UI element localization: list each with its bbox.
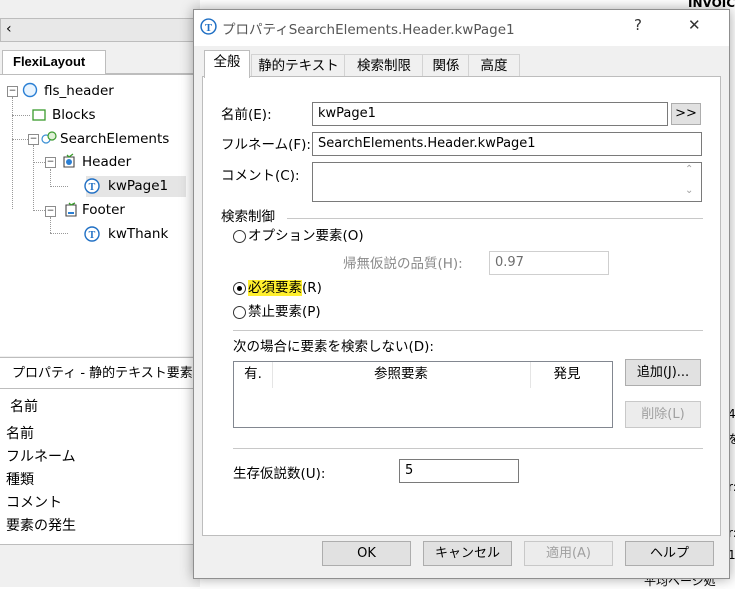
props-row[interactable]: 名前 xyxy=(6,423,34,446)
do-not-search-label: 次の場合に要素を検索しない(D): xyxy=(233,339,434,355)
column-header-reference[interactable]: 参照要素 xyxy=(272,362,531,388)
header-icon xyxy=(63,153,75,168)
tree-item-kwpage1[interactable]: kwPage1 xyxy=(108,177,168,195)
required-highlighted-text: 必須要素 xyxy=(248,280,302,296)
left-pane: ‹ FlexiLayout − fls_header Blocks − Sear… xyxy=(0,0,200,587)
block-icon xyxy=(32,109,46,121)
required-shortcut: (R) xyxy=(302,280,322,296)
dialog-title: プロパティSearchElements.Header.kwPage1 xyxy=(222,22,515,38)
comment-label: コメント(C): xyxy=(221,168,300,184)
properties-dialog: T プロパティSearchElements.Header.kwPage1 ? ✕… xyxy=(193,9,730,579)
help-button[interactable]: ヘルプ xyxy=(625,541,714,566)
divider xyxy=(233,448,703,449)
divider xyxy=(233,330,703,331)
svg-text:T: T xyxy=(205,23,212,34)
keyword-icon: T xyxy=(84,178,100,194)
scroll-left-arrow-icon[interactable]: ‹ xyxy=(6,21,12,37)
search-control-label: 検索制御 xyxy=(221,209,275,225)
forbidden-radio[interactable] xyxy=(233,306,246,319)
forbidden-radio-label[interactable]: 禁止要素(P) xyxy=(248,303,321,321)
tree-item-header[interactable]: Header xyxy=(82,153,131,171)
keyword-icon: T xyxy=(200,18,217,35)
circle-icon xyxy=(22,82,38,98)
tab-flexilayout[interactable]: FlexiLayout xyxy=(2,50,106,74)
properties-grid: 名前 名前 フルネーム 種類 コメント 要素の発生 xyxy=(0,389,200,544)
apply-button[interactable]: 適用(A) xyxy=(524,541,613,566)
required-radio[interactable] xyxy=(233,282,246,295)
null-quality-label: 帰無仮説の品質(H): xyxy=(343,256,463,272)
dialog-titlebar[interactable]: T プロパティSearchElements.Header.kwPage1 ? ✕ xyxy=(194,10,729,46)
collapse-toggle-icon[interactable]: − xyxy=(7,86,18,97)
props-row[interactable]: 種類 xyxy=(6,469,34,492)
name-field[interactable]: kwPage1 xyxy=(312,102,668,126)
ok-button[interactable]: OK xyxy=(322,541,411,566)
footer-icon xyxy=(65,202,77,217)
column-header-found[interactable]: 発見 xyxy=(530,362,604,388)
hypotheses-field[interactable]: 5 xyxy=(399,459,519,483)
collapse-toggle-icon[interactable]: − xyxy=(45,157,56,168)
tab-advanced[interactable]: 高度 xyxy=(468,54,520,77)
props-row[interactable]: コメント xyxy=(6,492,62,515)
tab-general[interactable]: 全般 xyxy=(204,50,250,78)
null-quality-field[interactable]: 0.97 xyxy=(489,251,609,275)
layout-tree[interactable]: − fls_header Blocks − SearchElements − H… xyxy=(0,74,200,356)
fullname-field[interactable]: SearchElements.Header.kwPage1 xyxy=(312,132,702,156)
tree-item-kwthank[interactable]: kwThank xyxy=(108,225,168,243)
properties-panel-title: プロパティ - 静的テキスト要素 xyxy=(0,357,200,389)
collapse-toggle-icon[interactable]: − xyxy=(28,134,39,145)
tab-relations[interactable]: 関係 xyxy=(422,54,470,77)
hypotheses-label: 生存仮説数(U): xyxy=(233,466,326,482)
column-header-enabled[interactable]: 有. xyxy=(234,362,273,388)
keyword-icon: T xyxy=(84,226,100,242)
required-radio-label[interactable]: 必須要素(R) xyxy=(248,279,322,297)
fullname-label: フルネーム(F): xyxy=(221,137,311,153)
tree-item-blocks[interactable]: Blocks xyxy=(52,106,96,124)
reference-elements-list[interactable]: 有. 参照要素 発見 xyxy=(233,361,613,428)
collapse-toggle-icon[interactable]: − xyxy=(45,206,56,217)
help-icon[interactable]: ? xyxy=(634,16,642,34)
tab-search-constraints[interactable]: 検索制限 xyxy=(344,54,424,77)
expand-name-button[interactable]: >> xyxy=(671,103,701,125)
tree-item-fls-header[interactable]: fls_header xyxy=(44,82,114,100)
props-row[interactable]: 要素の発生 xyxy=(6,515,76,538)
props-row[interactable]: フルネーム xyxy=(6,446,76,469)
comment-field[interactable] xyxy=(312,162,702,202)
tab-strip-fill xyxy=(106,50,200,74)
props-header: 名前 xyxy=(10,399,38,415)
close-icon[interactable]: ✕ xyxy=(688,16,701,34)
cancel-button[interactable]: キャンセル xyxy=(423,541,512,566)
tab-static-text[interactable]: 静的テキスト xyxy=(251,54,346,77)
svg-text:T: T xyxy=(89,230,96,241)
general-tab-panel: 名前(E): kwPage1 >> フルネーム(F): SearchElemen… xyxy=(202,76,721,536)
divider xyxy=(287,218,703,219)
optional-radio-label[interactable]: オプション要素(O) xyxy=(248,227,364,245)
add-button[interactable]: 追加(J)... xyxy=(625,359,701,386)
scroll-down-icon[interactable]: ⌄ xyxy=(685,185,693,196)
search-elements-icon xyxy=(41,131,57,144)
tree-item-searchelements[interactable]: SearchElements xyxy=(60,130,169,148)
optional-radio[interactable] xyxy=(233,230,246,243)
horizontal-scrollbar[interactable]: ‹ xyxy=(0,18,200,42)
scroll-up-icon[interactable]: ⌃ xyxy=(685,164,693,175)
tree-item-footer[interactable]: Footer xyxy=(82,201,125,219)
bottom-bar xyxy=(0,544,200,587)
name-label: 名前(E): xyxy=(221,107,272,123)
svg-text:T: T xyxy=(89,182,96,193)
delete-button[interactable]: 削除(L) xyxy=(625,401,701,428)
